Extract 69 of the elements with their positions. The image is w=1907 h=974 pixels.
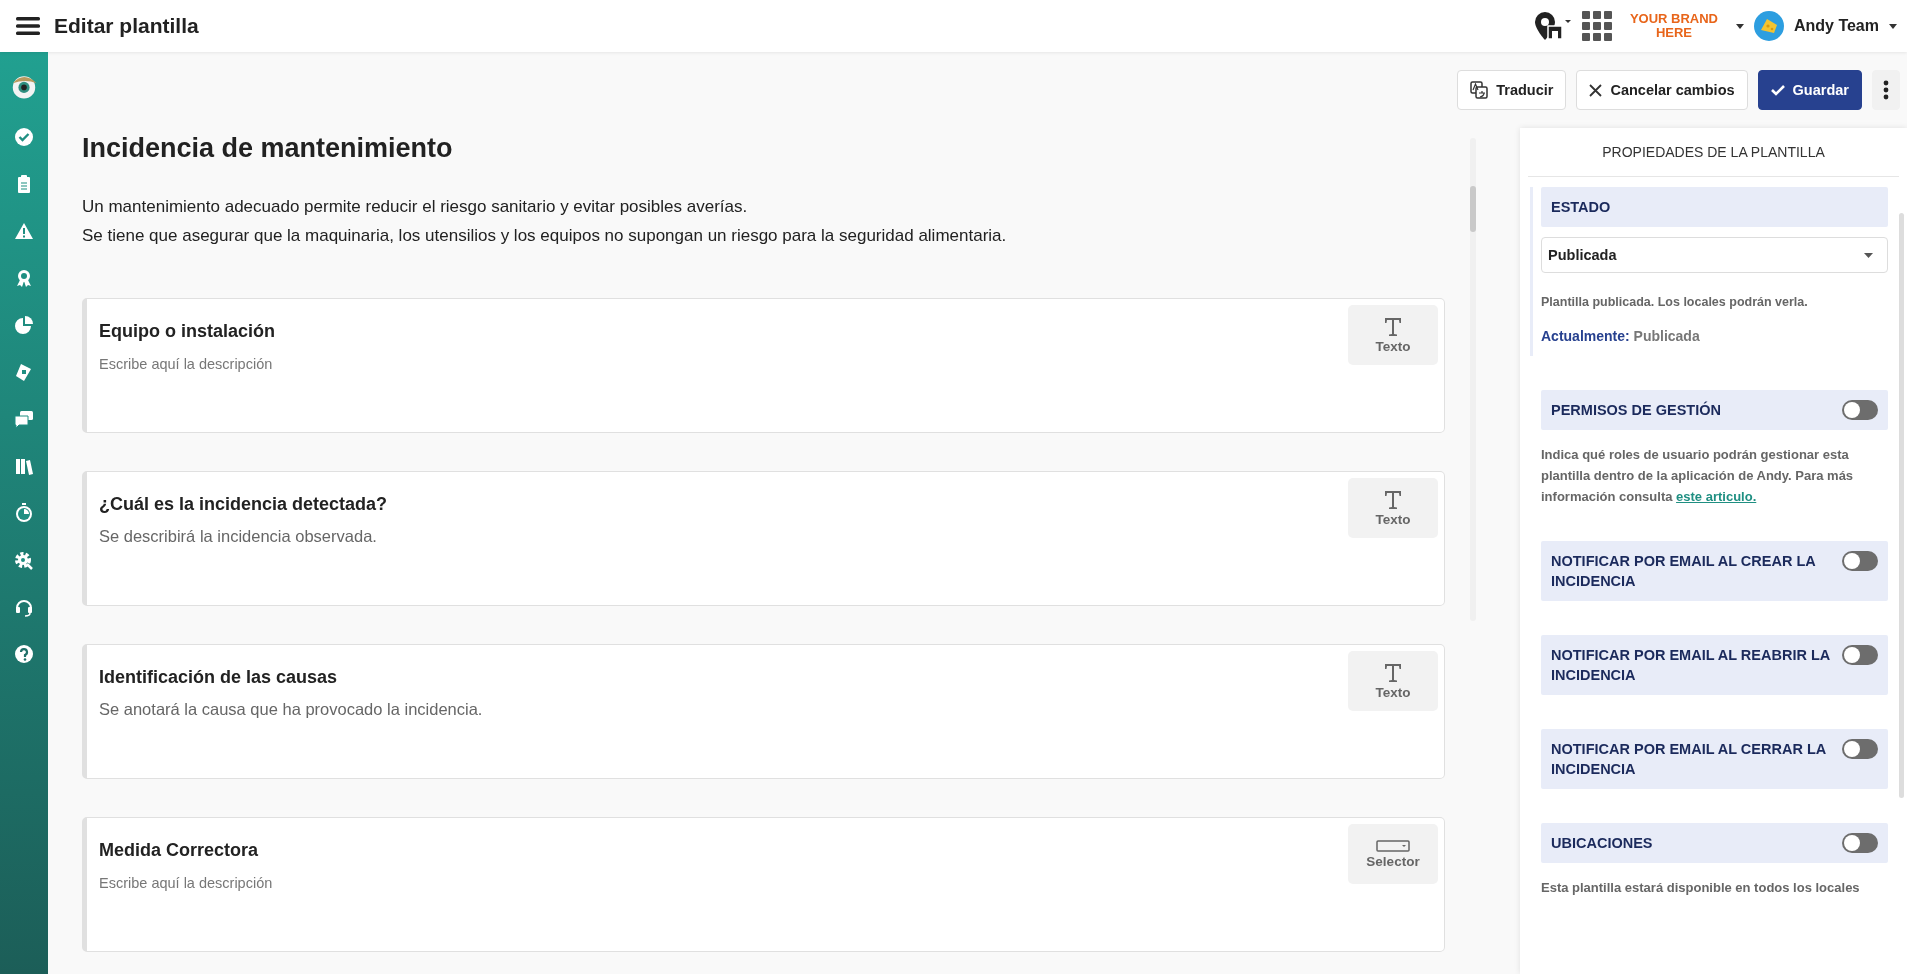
article-link[interactable]: este articulo.	[1676, 489, 1757, 504]
toggle-switch[interactable]	[1842, 833, 1878, 853]
close-icon	[1589, 83, 1603, 97]
toggle-switch[interactable]	[1842, 551, 1878, 571]
field-title: ¿Cuál es la incidencia detectada?	[99, 494, 389, 515]
translate-button[interactable]: Traducir	[1457, 70, 1567, 110]
template-title: Incidencia de mantenimiento	[82, 133, 454, 164]
stopwatch-icon[interactable]	[14, 503, 34, 523]
user-name[interactable]: Andy Team	[1793, 17, 1879, 35]
field-card[interactable]: Equipo o instalación Escribe aquí la descripción Texto	[82, 298, 1445, 433]
field-title: Equipo o instalación	[99, 321, 276, 342]
more-options-button[interactable]	[1872, 70, 1900, 110]
settings-icon[interactable]	[14, 550, 34, 570]
toggle-switch[interactable]	[1842, 645, 1878, 665]
section-description: Esta plantilla estará disponible en todos los locales	[1541, 879, 1861, 897]
field-type-label: Texto	[1375, 338, 1411, 354]
template-description: Se tiene que asegurar que la maquinaria, los utensilios y los equipos no supongan un riesgo para la seguridad alimentaria.	[82, 225, 1008, 247]
status-help-text: Plantilla publicada. Los locales podrán verla.	[1541, 295, 1809, 309]
field-type-label: Texto	[1375, 511, 1411, 527]
caret-icon	[1864, 252, 1873, 258]
apps-grid-icon[interactable]	[1581, 11, 1612, 41]
translate-icon	[1470, 81, 1489, 99]
field-title: Medida Correctora	[99, 840, 260, 861]
field-card[interactable]: Identificación de las causas Se anotará la causa que ha provocado la incidencia. Texto	[82, 644, 1445, 779]
section-title: NOTIFICAR POR EMAIL AL CREAR LA INCIDENCIA	[1551, 552, 1817, 591]
field-description-placeholder: Escribe aquí la descripción	[99, 356, 274, 372]
field-card[interactable]: ¿Cuál es la incidencia detectada? Se describirá la incidencia observada. Texto	[82, 471, 1445, 606]
section-title: UBICACIONES	[1551, 834, 1653, 853]
field-card[interactable]: Medida Correctora Escribe aquí la descripción Selector	[82, 817, 1445, 952]
headset-icon[interactable]	[14, 597, 34, 617]
field-description-placeholder: Escribe aquí la descripción	[99, 875, 274, 891]
award-ribbon-icon[interactable]	[14, 268, 34, 288]
page-title: Editar plantilla	[54, 14, 200, 38]
status-dropdown[interactable]: Publicada	[1541, 237, 1888, 273]
ticket-icon[interactable]	[14, 362, 34, 382]
save-button[interactable]: Guardar	[1757, 70, 1862, 110]
avatar-icon[interactable]	[1753, 11, 1784, 41]
field-description: Se anotará la causa que ha provocado la incidencia.	[99, 700, 484, 719]
field-type-label: Selector	[1366, 853, 1420, 869]
current-status-text: Actualmente: Publicada	[1541, 328, 1701, 344]
field-description: Se describirá la incidencia observada.	[99, 527, 378, 546]
toggle-switch[interactable]	[1842, 400, 1878, 420]
pie-chart-icon[interactable]	[14, 315, 34, 335]
text-type-icon	[1383, 662, 1403, 683]
caret-icon[interactable]	[1735, 23, 1744, 29]
section-description: Indica qué roles de usuario podrán gestionar esta plantilla dentro de la aplicación de Andy. Para más información consulta este articulo.	[1541, 446, 1855, 506]
books-icon[interactable]	[14, 456, 34, 476]
dropdown-type-icon	[1376, 839, 1410, 852]
field-type-label: Texto	[1375, 684, 1411, 700]
check-circle-icon[interactable]	[14, 127, 34, 147]
more-vertical-icon	[1883, 80, 1889, 100]
cancel-button[interactable]: Cancelar cambios	[1576, 70, 1748, 110]
field-title: Identificación de las causas	[99, 667, 339, 688]
section-header: ESTADO	[1541, 187, 1888, 227]
section-title: NOTIFICAR POR EMAIL AL CERRAR LA INCIDENCIA	[1551, 740, 1827, 779]
location-store-icon[interactable]	[1533, 11, 1572, 41]
menu-icon[interactable]	[16, 16, 40, 36]
template-description: Un mantenimiento adecuado permite reducir el riesgo sanitario y evitar posibles averías.	[82, 196, 749, 218]
section-title: NOTIFICAR POR EMAIL AL REABRIR LA INCIDENCIA	[1551, 646, 1831, 685]
panel-title: PROPIEDADES DE LA PLANTILLA	[1528, 128, 1899, 177]
text-type-icon	[1383, 316, 1403, 337]
help-icon[interactable]	[14, 644, 34, 664]
warning-icon[interactable]	[14, 221, 34, 241]
chat-bubbles-icon[interactable]	[14, 409, 34, 429]
toggle-switch[interactable]	[1842, 739, 1878, 759]
checkmark-icon	[1770, 84, 1785, 96]
caret-icon[interactable]	[1889, 23, 1897, 29]
section-title: PERMISOS DE GESTIÓN	[1551, 400, 1721, 420]
text-type-icon	[1383, 489, 1403, 510]
